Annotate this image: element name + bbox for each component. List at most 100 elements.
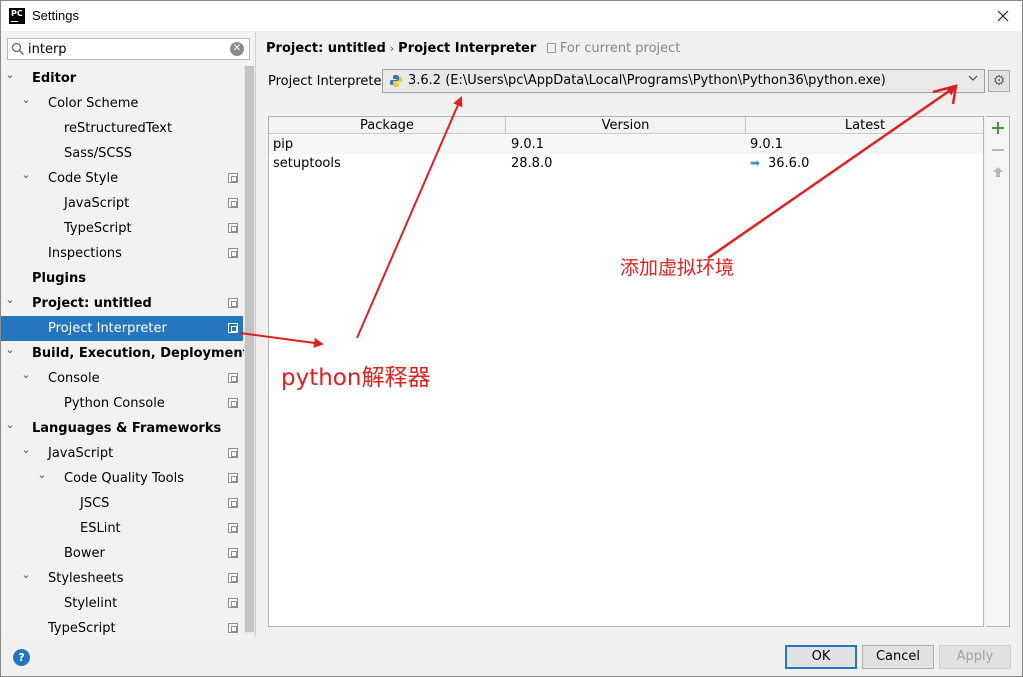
sidebar-item[interactable]: TypeScript [1, 616, 243, 637]
cancel-button[interactable]: Cancel [862, 645, 934, 669]
project-scope-icon [228, 623, 238, 633]
table-header: Package Version Latest [269, 117, 983, 134]
project-scope-icon [228, 248, 238, 258]
interpreter-dropdown[interactable]: 3.6.2 (E:\Users\pc\AppData\Local\Program… [382, 69, 985, 93]
sidebar-item[interactable]: ⌄ Editor [1, 66, 243, 91]
sidebar-item-label: reStructuredText [64, 121, 173, 136]
package-name-cell: pip [273, 135, 293, 154]
sidebar-item-label: Code Quality Tools [64, 471, 185, 486]
project-scope-icon [228, 398, 238, 408]
annotation-add-virtualenv: 添加虚拟环境 [620, 257, 735, 279]
table-row[interactable]: pip 9.0.1 9.0.1 [269, 135, 983, 154]
sidebar-item[interactable]: Project Interpreter [1, 316, 243, 341]
settings-sidebar: ✕ ⌄Editor⌄Color SchemereStructuredTextSa… [1, 32, 256, 637]
interpreter-label: Project Interpreter: [268, 74, 392, 89]
column-header-version[interactable]: Version [506, 117, 746, 134]
sidebar-item-label: Console [48, 371, 100, 386]
sidebar-item-label: Code Style [48, 171, 119, 186]
arrow-up-icon [993, 167, 1003, 177]
sidebar-scrollbar[interactable] [244, 66, 255, 634]
sidebar-item[interactable]: ⌄ Stylesheets [1, 566, 243, 591]
apply-button[interactable]: Apply [939, 645, 1011, 669]
sidebar-item-label: Color Scheme [48, 96, 139, 111]
chevron-down-icon[interactable]: ⌄ [36, 466, 48, 484]
sidebar-item-label: Languages & Frameworks [32, 421, 222, 436]
search-icon [11, 42, 25, 56]
package-latest-cell-text: 36.6.0 [768, 156, 810, 171]
sidebar-item[interactable]: Python Console [1, 391, 243, 416]
breadcrumb: Project: untitled › Project Interpreter Fo… [266, 41, 680, 56]
sidebar-item[interactable]: reStructuredText [1, 116, 243, 141]
chevron-down-icon[interactable]: ⌄ [20, 441, 32, 459]
project-scope-icon [228, 298, 238, 308]
sidebar-item[interactable]: TypeScript [1, 216, 243, 241]
sidebar-item-label: Editor [32, 71, 77, 86]
sidebar-item[interactable]: Inspections [1, 241, 243, 266]
sidebar-item-label: Bower [64, 546, 105, 561]
packages-toolbar [986, 116, 1010, 627]
package-version-cell-text: 28.8.0 [511, 156, 553, 171]
sidebar-item[interactable]: ⌄ Code Quality Tools [1, 466, 243, 491]
search-input[interactable] [28, 41, 218, 57]
settings-window: PC Settings ✕ ⌄Editor⌄Color SchemereStru… [0, 0, 1023, 677]
breadcrumb-parent[interactable]: Project: untitled [266, 41, 386, 56]
interpreter-value: 3.6.2 (E:\Users\pc\AppData\Local\Program… [408, 73, 886, 88]
clear-search-icon[interactable]: ✕ [230, 42, 244, 56]
interpreter-settings-button[interactable]: ⚙ [988, 70, 1010, 92]
sidebar-item[interactable]: JavaScript [1, 191, 243, 216]
table-row[interactable]: setuptools 28.8.0 ➡ 36.6.0 [269, 154, 983, 173]
package-version-cell: 28.8.0 [511, 154, 552, 173]
pycharm-logo-icon: PC [9, 8, 25, 24]
sidebar-item-label: TypeScript [64, 221, 132, 236]
sidebar-scroll-thumb[interactable] [245, 66, 254, 632]
upgrade-package-button[interactable] [989, 163, 1007, 183]
search-box[interactable]: ✕ [7, 38, 250, 60]
sidebar-item[interactable]: ⌄ Console [1, 366, 243, 391]
chevron-down-icon[interactable]: ⌄ [20, 566, 32, 584]
chevron-down-icon[interactable]: ⌄ [20, 166, 32, 184]
sidebar-item[interactable]: ESLint [1, 516, 243, 541]
chevron-down-icon[interactable]: ⌄ [4, 66, 16, 84]
chevron-down-icon [968, 73, 978, 86]
chevron-down-icon[interactable]: ⌄ [4, 291, 16, 309]
package-latest-cell: ➡ 36.6.0 [750, 154, 809, 173]
sidebar-item[interactable]: ⌄ JavaScript [1, 441, 243, 466]
column-header-latest[interactable]: Latest [746, 117, 984, 134]
sidebar-item[interactable]: Bower [1, 541, 243, 566]
sidebar-item[interactable]: Plugins [1, 266, 243, 291]
package-name-cell-text: setuptools [273, 156, 341, 171]
sidebar-item-label: Stylelint [64, 596, 118, 611]
gear-icon: ⚙ [992, 73, 1006, 89]
project-scope-icon [228, 198, 238, 208]
sidebar-item[interactable]: JSCS [1, 491, 243, 516]
ok-button[interactable]: OK [785, 645, 857, 669]
chevron-down-icon[interactable]: ⌄ [4, 416, 16, 434]
sidebar-item[interactable]: Sass/SCSS [1, 141, 243, 166]
project-scope-icon [228, 573, 238, 583]
sidebar-item[interactable]: ⌄ Languages & Frameworks [1, 416, 243, 441]
chevron-down-icon[interactable]: ⌄ [4, 341, 16, 359]
add-package-button[interactable] [989, 119, 1007, 139]
sidebar-item-label: TypeScript [48, 621, 116, 636]
chevron-down-icon[interactable]: ⌄ [20, 91, 32, 109]
remove-package-button[interactable] [989, 141, 1007, 161]
plus-icon [992, 122, 1004, 134]
package-version-cell: 9.0.1 [511, 135, 544, 154]
annotation-python-interpreter: python解释器 [281, 365, 431, 391]
sidebar-item-label: Build, Execution, Deployment [32, 346, 249, 361]
dialog-footer: ? OK Cancel Apply [1, 637, 1022, 677]
sidebar-item[interactable]: Stylelint [1, 591, 243, 616]
sidebar-item-label: Project: untitled [32, 296, 152, 311]
help-icon[interactable]: ? [13, 649, 30, 666]
title-bar: PC Settings [1, 1, 1022, 31]
window-title: Settings [32, 8, 79, 23]
chevron-down-icon[interactable]: ⌄ [20, 366, 32, 384]
sidebar-item[interactable]: ⌄ Code Style [1, 166, 243, 191]
sidebar-item[interactable]: ⌄ Color Scheme [1, 91, 243, 116]
sidebar-item[interactable]: ⌄ Build, Execution, Deployment [1, 341, 248, 366]
close-button[interactable] [990, 4, 1016, 28]
column-header-package[interactable]: Package [269, 117, 506, 134]
package-name-cell-text: pip [273, 137, 294, 152]
project-scope-icon [228, 173, 238, 183]
sidebar-item[interactable]: ⌄ Project: untitled [1, 291, 243, 316]
